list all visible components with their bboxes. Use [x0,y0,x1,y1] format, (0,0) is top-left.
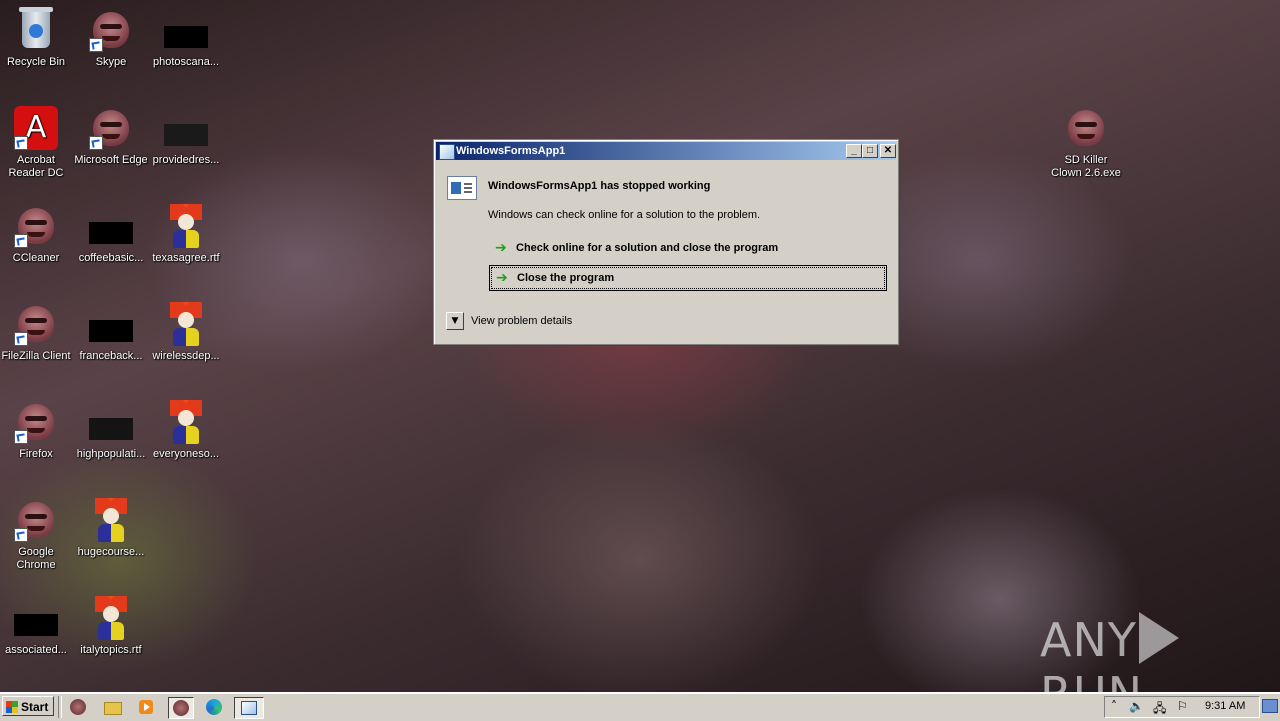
desktop-icon-italytopics[interactable]: italytopics.rtf [73,594,149,657]
action-center-flag-icon[interactable]: ⚐ [1177,699,1188,713]
desktop-icon-acrobat[interactable]: A Acrobat Reader DC [0,104,74,180]
start-button[interactable]: Start [2,696,54,716]
desktop-icon-recycle-bin[interactable]: Recycle Bin [0,6,74,69]
clown-doc-icon [162,398,210,446]
taskbar-separator [58,696,62,718]
check-online-command[interactable]: ➔ Check online for a solution and close … [489,236,885,260]
taskbar-clown-app-icon[interactable] [168,697,194,719]
error-dialog: WindowsFormsApp1 _ □ ✕ WindowsFormsApp1 … [433,139,899,345]
minimize-button[interactable]: _ [846,144,862,158]
maximize-button[interactable]: □ [862,144,878,158]
dialog-title: WindowsFormsApp1 [456,145,566,157]
clown-face-icon [87,104,135,152]
close-button[interactable]: ✕ [880,144,896,158]
desktop-icon-skype[interactable]: Skype [73,6,149,69]
clown-face-icon [87,6,135,54]
taskbar: Start ˄ 🔈 🖧 ⚐ 9:31 AM [0,692,1280,721]
desktop-icon-highpopulati[interactable]: highpopulati... [73,398,149,461]
clown-face-icon [12,496,60,544]
desktop-icon-chrome[interactable]: Google Chrome [0,496,74,572]
clown-doc-icon [87,594,135,642]
dialog-subtext: Windows can check online for a solution … [488,209,761,221]
taskbar-clock[interactable]: 9:31 AM [1205,700,1245,712]
clown-doc-icon [162,202,210,250]
desktop-icon-hugecourse[interactable]: hugecourse... [73,496,149,559]
desktop-icon-photoscana[interactable]: photoscana... [148,6,224,69]
edge-icon[interactable] [204,697,224,717]
green-arrow-icon: ➔ [495,240,507,256]
black-thumbnail-icon [12,594,60,642]
desktop-icon-franceback[interactable]: franceback... [73,300,149,363]
clown-face-icon [12,398,60,446]
desktop-icon-coffeebasic[interactable]: coffeebasic... [73,202,149,265]
desktop-icon-texasagree[interactable]: texasagree.rtf [148,202,224,265]
black-thumbnail-icon [87,300,135,348]
recycle-bin-icon [12,6,60,54]
network-icon[interactable]: 🖧 [1153,699,1166,720]
desktop-icon-everyoneso[interactable]: everyoneso... [148,398,224,461]
volume-icon[interactable]: 🔈 [1129,699,1144,713]
folder-icon[interactable] [102,697,122,717]
desktop-icon-filezilla[interactable]: FileZilla Client [0,300,74,363]
desktop-icon-providedres[interactable]: providedres... [148,104,224,167]
close-program-command[interactable]: ➔ Close the program [489,265,887,291]
app-window-icon [439,144,455,160]
tray-expand-icon[interactable]: ˄ [1111,699,1117,713]
media-player-icon[interactable] [136,697,156,717]
windows-logo-icon [6,701,18,713]
taskbar-windowsformsapp1-button[interactable] [234,697,264,719]
black-thumbnail-icon [87,398,135,446]
black-thumbnail-icon [162,6,210,54]
clown-face-icon [12,300,60,348]
desktop-icon-sd-killer-clown[interactable]: SD Killer Clown 2.6.exe [1048,104,1124,180]
dialog-titlebar[interactable]: WindowsFormsApp1 _ □ ✕ [436,142,896,160]
program-error-icon [447,176,477,200]
clown-doc-icon [87,496,135,544]
dialog-heading: WindowsFormsApp1 has stopped working [488,180,711,192]
black-thumbnail-icon [87,202,135,250]
desktop-icon-associated[interactable]: associated... [0,594,74,657]
desktop-icon-ccleaner[interactable]: CCleaner [0,202,74,265]
view-details-toggle[interactable]: ▼ [446,312,464,330]
show-desktop-icon[interactable] [1262,699,1278,713]
quicklaunch-clown-icon[interactable] [68,697,88,717]
green-arrow-icon: ➔ [496,270,508,286]
desktop-icon-firefox[interactable]: Firefox [0,398,74,461]
acrobat-icon: A [12,104,60,152]
play-triangle-icon [1138,612,1179,664]
desktop-icon-edge[interactable]: Microsoft Edge [73,104,149,167]
clown-face-icon [12,202,60,250]
clown-doc-icon [162,300,210,348]
black-thumbnail-icon [162,104,210,152]
view-details-label[interactable]: View problem details [471,315,572,327]
desktop-icon-wirelessdep[interactable]: wirelessdep... [148,300,224,363]
clown-face-icon [1062,104,1110,152]
